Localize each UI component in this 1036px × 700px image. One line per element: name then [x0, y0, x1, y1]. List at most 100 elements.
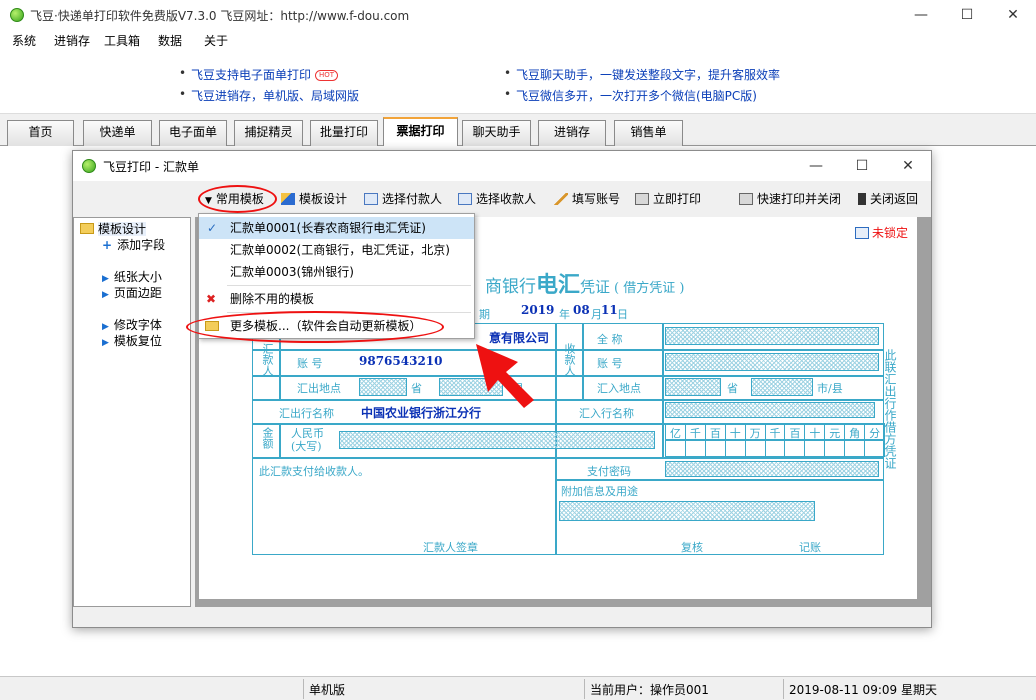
payee-account-label: 账 号: [597, 357, 623, 370]
tab-home[interactable]: 首页: [7, 120, 74, 146]
payer-account-value[interactable]: 9876543210: [359, 354, 443, 368]
payer-province-unit: 省: [411, 382, 422, 395]
tab-ticket-print[interactable]: 票据打印: [383, 117, 458, 147]
ad-link-wechat-multi[interactable]: 飞豆微信多开，一次打开多个微信(电脑PC版): [504, 87, 757, 104]
select-payee-button[interactable]: 选择收款人: [458, 188, 536, 210]
pay-to-note: 此汇款支付给收款人。: [259, 465, 369, 478]
tab-e-waybill[interactable]: 电子面单: [159, 120, 227, 146]
menu-system[interactable]: 系统: [12, 32, 36, 49]
digit-value-cell[interactable]: [784, 440, 806, 457]
tree-add-field[interactable]: + 添加字段: [102, 236, 165, 253]
payer-group-label: 汇款人: [261, 343, 274, 376]
payee-bank-field[interactable]: [665, 402, 875, 418]
menu-inventory[interactable]: 进销存: [54, 32, 90, 49]
ad-link-eorder[interactable]: 飞豆支持电子面单打印HOT: [179, 66, 339, 83]
digit-unit-label: 角: [849, 427, 861, 440]
digit-value-cell[interactable]: [665, 440, 686, 457]
dialog-minimize-button[interactable]: —: [793, 151, 839, 181]
annotation-ellipse-templates: [198, 185, 277, 213]
digit-unit-label: 分: [869, 427, 881, 440]
dialog-maximize-button[interactable]: ☐: [839, 151, 885, 181]
digit-value-cell[interactable]: [684, 440, 706, 457]
voucher-heading: 商银行电汇凭证( 借方凭证 ): [485, 272, 685, 298]
payee-city-field[interactable]: [751, 378, 813, 396]
dialog-close-button[interactable]: ✕: [885, 151, 931, 181]
fill-account-button[interactable]: 填写账号: [554, 188, 620, 210]
close-return-button[interactable]: 关闭返回: [858, 188, 918, 210]
digit-value-cell[interactable]: [764, 440, 786, 457]
digit-cell: 亿: [665, 423, 686, 440]
hot-badge: HOT: [315, 70, 339, 81]
menu-about[interactable]: 关于: [204, 32, 228, 49]
quick-print-close-button[interactable]: 快速打印并关闭: [739, 188, 841, 210]
digit-value-cell[interactable]: [704, 440, 726, 457]
template-item-0003[interactable]: 汇款单0003(锦州银行): [199, 261, 474, 283]
status-separator: [783, 679, 784, 699]
tab-sales[interactable]: 销售单: [614, 120, 683, 146]
digit-value-cell[interactable]: [724, 440, 746, 457]
contact-card-icon: [458, 193, 472, 205]
tab-express[interactable]: 快递单: [83, 120, 152, 146]
pay-password-field[interactable]: [665, 461, 879, 477]
delete-unused-templates[interactable]: ✖ 删除不用的模板: [199, 288, 474, 310]
digit-unit-label: 元: [829, 427, 841, 440]
template-design-button[interactable]: 模板设计: [281, 188, 347, 210]
tree-page-margin[interactable]: ▶ 页面边距: [102, 284, 162, 301]
ad-link-chat-helper[interactable]: 飞豆聊天助手，一键发送整段文字，提升客服效率: [504, 66, 780, 83]
close-button[interactable]: ✕: [990, 0, 1036, 30]
digit-unit-label: 百: [789, 427, 801, 440]
grid-line: [252, 399, 884, 401]
payer-location-label: 汇出地点: [297, 382, 341, 395]
minimize-button[interactable]: —: [898, 0, 944, 30]
tree-font[interactable]: ▶ 修改字体: [102, 316, 162, 333]
print-now-button[interactable]: 立即打印: [635, 188, 701, 210]
grid-line: [662, 323, 664, 457]
digit-unit-label: 十: [729, 427, 741, 440]
day-value[interactable]: 11: [601, 303, 618, 317]
digit-cell: 角: [844, 423, 866, 440]
status-user: 当前用户：操作员001: [590, 683, 709, 697]
lock-status[interactable]: 未锁定: [855, 224, 908, 241]
grid-line: [252, 457, 884, 459]
digit-value-cell[interactable]: [804, 440, 826, 457]
payee-name-field[interactable]: [665, 327, 879, 345]
tree-paper-size[interactable]: ▶ 纸张大小: [102, 268, 162, 285]
digit-value-cell[interactable]: [864, 440, 885, 457]
annotation-ellipse-more: [186, 311, 444, 343]
payee-account-field[interactable]: [665, 353, 879, 371]
triangle-right-icon: ▶: [102, 290, 109, 300]
tab-inventory[interactable]: 进销存: [538, 120, 606, 146]
tab-batch-print[interactable]: 批量打印: [310, 120, 378, 146]
amount-words-field[interactable]: [339, 431, 655, 449]
digit-cell: 十: [724, 423, 746, 440]
payee-city-unit: 市/县: [817, 382, 843, 395]
tab-chat-helper[interactable]: 聊天助手: [462, 120, 531, 146]
title-bar: 飞豆·快递单打印软件免费版V7.3.0 飞豆网址：http://www.f-do…: [0, 0, 1036, 30]
delete-x-icon: ✖: [206, 292, 217, 306]
horizontal-scrollbar[interactable]: [195, 607, 931, 613]
digit-value-cell[interactable]: [744, 440, 766, 457]
year-value[interactable]: 2019: [521, 303, 554, 317]
month-value[interactable]: 08: [573, 303, 590, 317]
tree-reset[interactable]: ▶ 模板复位: [102, 332, 162, 349]
digit-cell: 十: [804, 423, 826, 440]
ad-link-inventory[interactable]: 飞豆进销存，单机版、局域网版: [179, 87, 359, 104]
menu-data[interactable]: 数据: [158, 32, 182, 49]
lock-icon: [855, 227, 869, 239]
extra-info-field[interactable]: [559, 501, 815, 521]
payee-province-field[interactable]: [665, 378, 721, 396]
payer-bank-value[interactable]: 中国农业银行浙江分行: [361, 404, 481, 421]
digit-unit-label: 亿: [670, 427, 681, 440]
digit-value-cell[interactable]: [844, 440, 866, 457]
maximize-button[interactable]: ☐: [944, 0, 990, 30]
payer-province-field[interactable]: [359, 378, 407, 396]
template-item-0001[interactable]: ✓ 汇款单0001(长春农商银行电汇凭证): [199, 217, 474, 239]
status-datetime: 2019-08-11 09:09 星期天: [789, 683, 937, 697]
template-item-0002[interactable]: 汇款单0002(工商银行，电汇凭证，北京): [199, 239, 474, 261]
pen-icon: [554, 193, 568, 205]
select-payer-button[interactable]: 选择付款人: [364, 188, 442, 210]
tree-template-design[interactable]: 模板设计: [80, 220, 147, 237]
tab-capture[interactable]: 捕捉精灵: [234, 120, 303, 146]
digit-value-cell[interactable]: [824, 440, 846, 457]
menu-toolbox[interactable]: 工具箱: [104, 32, 140, 49]
